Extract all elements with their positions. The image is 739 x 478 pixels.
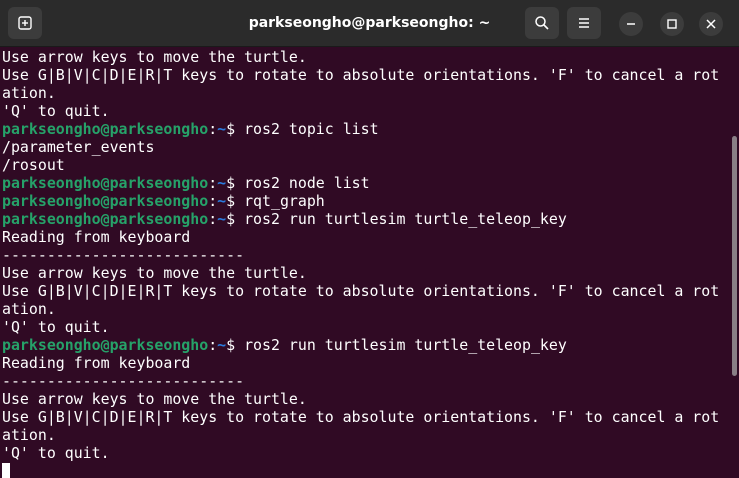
output-line: Reading from keyboard — [2, 354, 726, 372]
output-line: Use G|B|V|C|D|E|R|T keys to rotate to ab… — [2, 282, 726, 300]
close-icon — [706, 19, 716, 29]
output-text: 'Q' to quit. — [2, 102, 110, 120]
output-line: 'Q' to quit. — [2, 444, 726, 462]
cursor-line — [2, 462, 726, 478]
text-cursor — [2, 463, 10, 478]
output-text: ation. — [2, 84, 56, 102]
output-text: Use G|B|V|C|D|E|R|T keys to rotate to ab… — [2, 408, 720, 426]
terminal-window: parkseongho@parkseongho: ~ Use arrow key… — [0, 0, 739, 478]
command-text: ros2 topic list — [244, 120, 379, 138]
prompt-symbol: $ — [226, 192, 245, 210]
minimize-icon — [627, 23, 635, 25]
output-line: --------------------------- — [2, 246, 726, 264]
prompt-user: parkseongho@parkseongho — [2, 174, 209, 192]
prompt-line: parkseongho@parkseongho:~$ ros2 run turt… — [2, 336, 726, 354]
command-text: ros2 run turtlesim turtle_teleop_key — [244, 336, 567, 354]
output-line: Reading from keyboard — [2, 228, 726, 246]
menu-icon — [579, 18, 589, 28]
prompt-symbol: $ — [226, 210, 245, 228]
prompt-line: parkseongho@parkseongho:~$ ros2 topic li… — [2, 120, 726, 138]
output-text: Reading from keyboard — [2, 228, 191, 246]
output-text: Use arrow keys to move the turtle. — [2, 48, 307, 66]
prompt-separator: : — [208, 174, 218, 192]
output-text: Use arrow keys to move the turtle. — [2, 390, 307, 408]
command-text: rqt_graph — [244, 192, 325, 210]
prompt-separator: : — [208, 192, 218, 210]
prompt-line: parkseongho@parkseongho:~$ rqt_graph — [2, 192, 726, 210]
output-text: 'Q' to quit. — [2, 318, 110, 336]
output-text: Reading from keyboard — [2, 354, 191, 372]
prompt-user: parkseongho@parkseongho — [2, 210, 209, 228]
output-line: ation. — [2, 426, 726, 444]
prompt-user: parkseongho@parkseongho — [2, 120, 209, 138]
output-text: ation. — [2, 300, 56, 318]
output-text: --------------------------- — [2, 372, 245, 390]
output-line: 'Q' to quit. — [2, 318, 726, 336]
output-line: /parameter_events — [2, 138, 726, 156]
output-text: 'Q' to quit. — [2, 444, 110, 462]
maximize-button[interactable] — [660, 12, 684, 36]
prompt-user: parkseongho@parkseongho — [2, 192, 209, 210]
command-text: ros2 run turtlesim turtle_teleop_key — [244, 210, 567, 228]
output-line: Use arrow keys to move the turtle. — [2, 264, 726, 282]
search-button[interactable] — [525, 7, 559, 39]
output-line: Use arrow keys to move the turtle. — [2, 48, 726, 66]
output-line: Use G|B|V|C|D|E|R|T keys to rotate to ab… — [2, 408, 726, 426]
output-line: Use G|B|V|C|D|E|R|T keys to rotate to ab… — [2, 66, 726, 84]
prompt-path: ~ — [217, 336, 227, 354]
prompt-path: ~ — [217, 192, 227, 210]
menu-button[interactable] — [567, 7, 601, 39]
minimize-button[interactable] — [619, 12, 643, 36]
prompt-symbol: $ — [226, 174, 245, 192]
output-text: /rosout — [2, 156, 65, 174]
title-bar: parkseongho@parkseongho: ~ — [0, 0, 739, 47]
output-text: ation. — [2, 426, 56, 444]
output-text: Use G|B|V|C|D|E|R|T keys to rotate to ab… — [2, 66, 720, 84]
new-tab-icon — [18, 16, 32, 30]
prompt-separator: : — [208, 210, 218, 228]
prompt-symbol: $ — [226, 120, 245, 138]
prompt-path: ~ — [217, 174, 227, 192]
prompt-separator: : — [208, 120, 218, 138]
prompt-separator: : — [208, 336, 218, 354]
output-line: ation. — [2, 84, 726, 102]
prompt-line: parkseongho@parkseongho:~$ ros2 node lis… — [2, 174, 726, 192]
output-line: /rosout — [2, 156, 726, 174]
output-line: Use arrow keys to move the turtle. — [2, 390, 726, 408]
close-button[interactable] — [699, 12, 723, 36]
prompt-path: ~ — [217, 120, 227, 138]
terminal-output[interactable]: Use arrow keys to move the turtle. Use G|… — [0, 48, 726, 478]
maximize-icon — [667, 19, 677, 29]
output-line: 'Q' to quit. — [2, 102, 726, 120]
output-text: /parameter_events — [2, 138, 155, 156]
output-text: Use arrow keys to move the turtle. — [2, 264, 307, 282]
output-line: --------------------------- — [2, 372, 726, 390]
scrollbar[interactable] — [732, 136, 737, 376]
search-icon — [535, 16, 549, 30]
command-text: ros2 node list — [244, 174, 370, 192]
prompt-path: ~ — [217, 210, 227, 228]
output-text: --------------------------- — [2, 246, 245, 264]
new-tab-button[interactable] — [8, 7, 42, 39]
output-line: ation. — [2, 300, 726, 318]
output-text: Use G|B|V|C|D|E|R|T keys to rotate to ab… — [2, 282, 720, 300]
prompt-line: parkseongho@parkseongho:~$ ros2 run turt… — [2, 210, 726, 228]
prompt-user: parkseongho@parkseongho — [2, 336, 209, 354]
prompt-symbol: $ — [226, 336, 245, 354]
